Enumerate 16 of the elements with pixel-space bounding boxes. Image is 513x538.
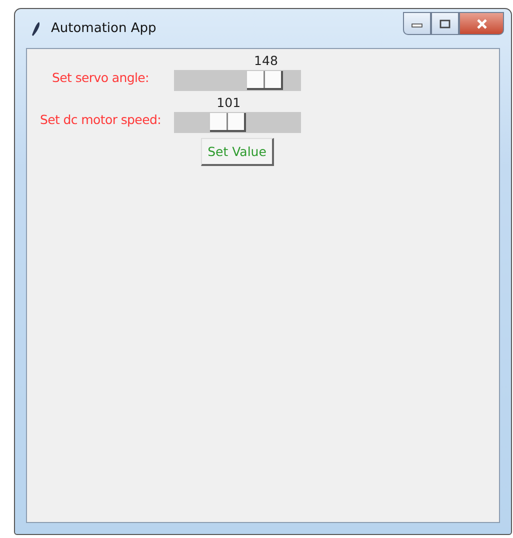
- slider-value: 101: [216, 95, 241, 110]
- set-value-button[interactable]: Set Value: [200, 138, 274, 166]
- slider-thumb[interactable]: [246, 71, 283, 90]
- feather-icon: [31, 20, 41, 36]
- slider-label: Set servo angle:: [51, 69, 150, 85]
- slider-track[interactable]: [174, 112, 301, 133]
- slider-track[interactable]: [174, 70, 301, 91]
- close-button[interactable]: [459, 12, 504, 35]
- minimize-button[interactable]: [403, 12, 431, 35]
- slider-thumb[interactable]: [210, 113, 246, 132]
- slider-value: 148: [254, 53, 278, 68]
- slider-label: Set dc motor speed:: [38, 111, 162, 127]
- window-title: Automation App: [51, 21, 156, 36]
- maximize-icon: [439, 18, 451, 28]
- close-icon: [474, 18, 488, 30]
- maximize-button[interactable]: [431, 12, 459, 35]
